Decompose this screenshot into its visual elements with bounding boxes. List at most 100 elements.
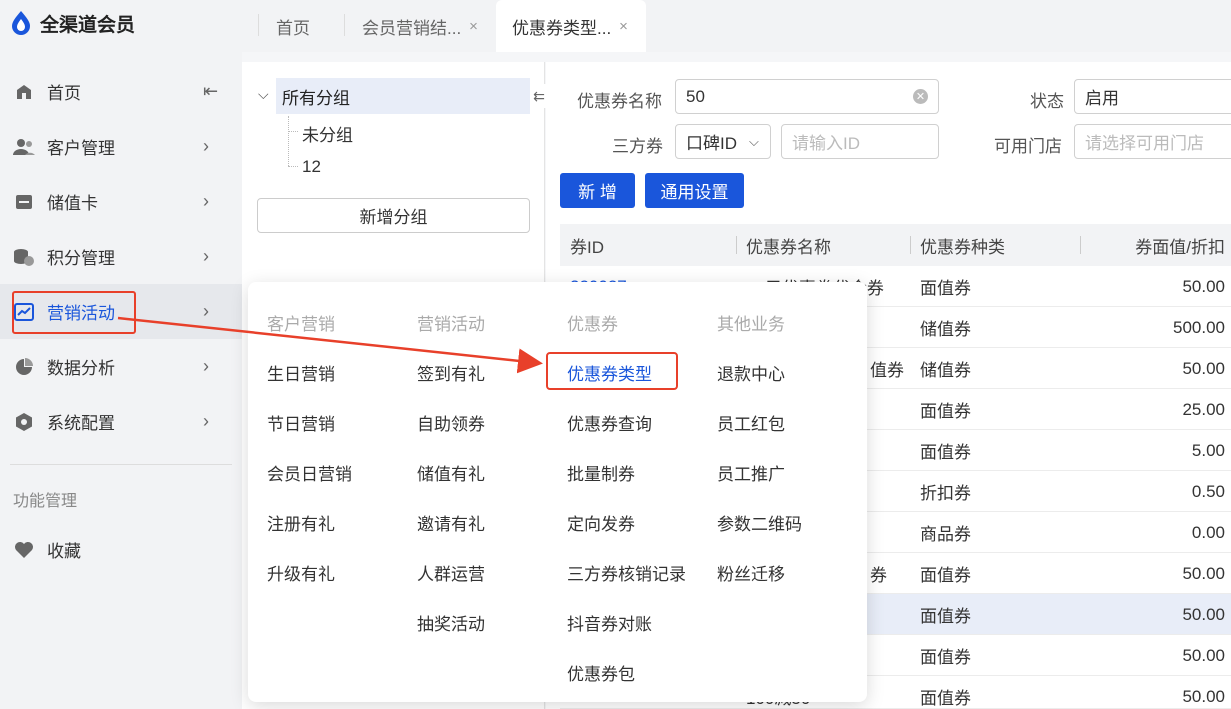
sidebar-item-label: 数据分析 — [47, 359, 115, 378]
menu-item-upgrade-gift[interactable]: 升级有礼 — [267, 560, 335, 585]
clear-icon[interactable]: ✕ — [913, 89, 928, 104]
tree-connector — [288, 116, 289, 166]
menu-item-recharge-gift[interactable]: 储值有礼 — [417, 460, 485, 485]
general-settings-button[interactable]: 通用设置 — [645, 173, 744, 208]
column-separator — [736, 236, 737, 254]
tab-separator — [344, 14, 345, 36]
tree-connector — [288, 166, 298, 167]
menu-column-title: 营销活动 — [417, 315, 485, 334]
coupon-name-cell: 值券 — [870, 361, 904, 380]
menu-item-checkin-gift[interactable]: 签到有礼 — [417, 360, 485, 385]
menu-item-member-day-marketing[interactable]: 会员日营销 — [267, 460, 352, 485]
tree-connector — [288, 131, 298, 132]
menu-item-coupon-query[interactable]: 优惠券查询 — [567, 410, 652, 435]
column-separator — [910, 236, 911, 254]
tree-node-ungrouped[interactable]: 未分组 — [302, 121, 353, 146]
sidebar-divider — [10, 464, 232, 465]
column-header: 优惠券种类 — [920, 237, 1005, 257]
home-icon — [13, 81, 35, 103]
sidebar-item-data-analysis[interactable]: 数据分析 › — [0, 339, 242, 394]
chevron-right-icon: › — [203, 301, 209, 321]
menu-item-targeted-coupons[interactable]: 定向发券 — [567, 510, 635, 535]
store-label: 可用门店 — [994, 137, 1062, 156]
chevron-right-icon: › — [203, 411, 209, 431]
tab-label: 会员营销结... — [362, 18, 462, 38]
menu-item-batch-coupons[interactable]: 批量制券 — [567, 460, 635, 485]
chevron-down-icon: ⌵ — [749, 133, 759, 149]
coupon-value-cell: 5.00 — [1191, 440, 1225, 460]
tab-coupon-type[interactable]: 优惠券类型... × — [496, 0, 646, 52]
status-label: 状态 — [1030, 92, 1064, 111]
sidebar-item-points[interactable]: 积分管理 › — [0, 229, 242, 284]
menu-item-staff-red-packet[interactable]: 员工红包 — [717, 410, 785, 435]
app-logo[interactable]: 全渠道会员 — [10, 10, 135, 36]
close-icon[interactable]: × — [619, 18, 628, 35]
menu-item-staff-promotion[interactable]: 员工推广 — [717, 460, 785, 485]
menu-item-lottery[interactable]: 抽奖活动 — [417, 610, 485, 635]
tab-member-marketing[interactable]: 会员营销结... × — [362, 0, 478, 52]
store-select[interactable]: 请选择可用门店 — [1074, 124, 1231, 159]
coins-icon — [13, 246, 35, 268]
coupon-type-cell: 面值券 — [920, 443, 971, 462]
coupon-name-label: 优惠券名称 — [577, 92, 662, 111]
menu-item-invite-gift[interactable]: 邀请有礼 — [417, 510, 485, 535]
tab-home[interactable]: 首页 — [276, 0, 310, 52]
sidebar: 首页 ⇤ 客户管理 › 储值卡 › 积分管理 › 营销活动 › 数据分析 › 系… — [0, 52, 242, 709]
menu-item-third-party-redemption[interactable]: 三方券核销记录 — [567, 560, 686, 585]
status-select[interactable]: 启用 — [1074, 79, 1231, 114]
sidebar-item-home[interactable]: 首页 ⇤ — [0, 64, 242, 119]
add-button[interactable]: 新 增 — [560, 173, 635, 208]
annotation-highlight-box — [546, 352, 678, 390]
coupon-type-cell: 商品券 — [920, 525, 971, 544]
coupon-type-cell: 面值券 — [920, 402, 971, 421]
sidebar-item-stored-value-card[interactable]: 储值卡 › — [0, 174, 242, 229]
tab-label: 优惠券类型... — [512, 18, 612, 38]
marketing-mega-menu: 客户营销 生日营销 节日营销 会员日营销 注册有礼 升级有礼 营销活动 签到有礼… — [248, 282, 867, 702]
chevron-right-icon: › — [203, 191, 209, 211]
tree-node-12[interactable]: 12 — [302, 157, 321, 177]
menu-column-title: 优惠券 — [567, 315, 618, 334]
coupon-name-cell: 券 — [870, 566, 887, 585]
close-icon[interactable]: × — [469, 18, 478, 35]
tree-node-all-groups[interactable]: 所有分组 — [276, 78, 530, 114]
coupon-type-cell: 面值券 — [920, 607, 971, 626]
chevron-down-icon[interactable]: ⌵ — [258, 86, 269, 103]
sidebar-item-label: 客户管理 — [47, 139, 115, 158]
menu-item-fan-migration[interactable]: 粉丝迁移 — [717, 560, 785, 585]
sidebar-section-title: 功能管理 — [13, 493, 78, 510]
menu-item-self-service-coupon[interactable]: 自助领券 — [417, 410, 485, 435]
collapse-sidebar-icon[interactable]: ⇤ — [203, 81, 218, 102]
column-header: 券面值/折扣 — [1135, 237, 1225, 257]
sidebar-item-label: 积分管理 — [47, 249, 115, 268]
logo-icon — [12, 11, 30, 35]
coupon-type-cell: 面值券 — [920, 648, 971, 667]
sidebar-item-label: 系统配置 — [47, 414, 115, 433]
annotation-highlight-box — [12, 291, 136, 334]
third-party-select[interactable]: 口碑ID ⌵ — [675, 124, 771, 159]
menu-item-refund-center[interactable]: 退款中心 — [717, 360, 785, 385]
sidebar-item-label: 首页 — [47, 84, 81, 103]
menu-item-coupon-package[interactable]: 优惠券包 — [567, 660, 635, 685]
id-input[interactable]: 请输入ID — [781, 124, 939, 159]
heart-icon — [13, 539, 35, 561]
sidebar-item-label: 储值卡 — [47, 194, 98, 213]
menu-item-birthday-marketing[interactable]: 生日营销 — [267, 360, 335, 385]
sidebar-item-customers[interactable]: 客户管理 › — [0, 119, 242, 174]
sidebar-item-favorites[interactable]: 收藏 — [0, 522, 242, 577]
menu-item-crowd-operations[interactable]: 人群运营 — [417, 560, 485, 585]
menu-item-douyin-reconciliation[interactable]: 抖音券对账 — [567, 610, 652, 635]
sidebar-item-label: 收藏 — [47, 542, 81, 561]
third-party-value: 口碑ID — [686, 134, 737, 153]
coupon-name-input[interactable]: 50 ✕ — [675, 79, 939, 114]
coupon-value-cell: 0.00 — [1191, 522, 1225, 542]
coupon-value-cell: 500.00 — [1173, 317, 1225, 337]
menu-item-parameter-qrcode[interactable]: 参数二维码 — [717, 510, 802, 535]
menu-item-register-gift[interactable]: 注册有礼 — [267, 510, 335, 535]
coupon-value-cell: 50.00 — [1182, 645, 1225, 665]
sidebar-item-system-config[interactable]: 系统配置 › — [0, 394, 242, 449]
third-party-label: 三方券 — [612, 137, 663, 156]
coupon-type-cell: 面值券 — [920, 689, 971, 708]
add-group-button[interactable]: 新增分组 — [257, 198, 530, 233]
menu-item-holiday-marketing[interactable]: 节日营销 — [267, 410, 335, 435]
coupon-value-cell: 50.00 — [1182, 276, 1225, 296]
